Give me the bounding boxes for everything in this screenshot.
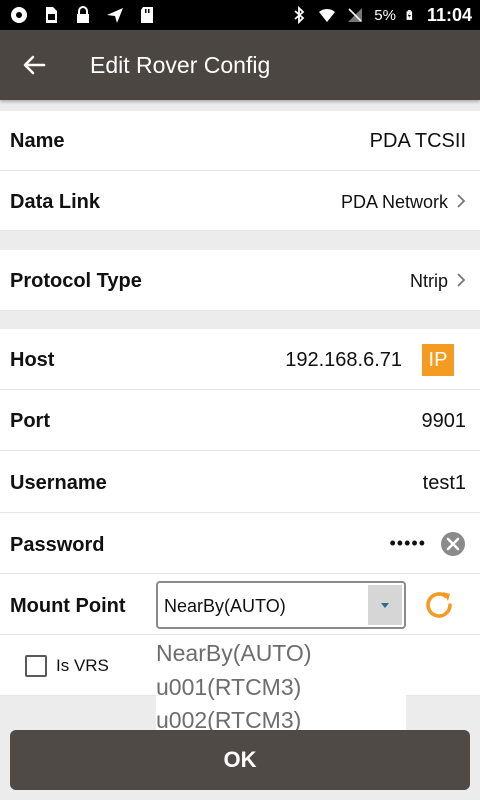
protocol-type-value-container: Ntrip xyxy=(410,271,466,292)
mount-point-selected-value: NearBy(AUTO) xyxy=(164,596,286,616)
password-row[interactable]: Password ••••• xyxy=(0,513,480,574)
name-row[interactable]: Name PDA TCSII xyxy=(0,111,480,171)
notification-icons xyxy=(10,5,156,25)
is-vrs-label: Is VRS xyxy=(56,656,109,675)
port-label: Port xyxy=(10,410,50,432)
username-row[interactable]: Username test1 xyxy=(0,451,480,513)
username-label: Username xyxy=(10,472,107,494)
back-arrow-icon[interactable] xyxy=(20,51,48,79)
sd-card-icon xyxy=(141,7,153,23)
dropdown-option[interactable]: NearBy(AUTO) xyxy=(156,640,312,667)
protocol-type-value: Ntrip xyxy=(409,271,448,291)
host-value[interactable]: 192.168.6.71 xyxy=(285,349,402,372)
dropdown-arrow-icon[interactable] xyxy=(368,585,402,625)
is-vrs-checkbox[interactable] xyxy=(25,655,47,677)
username-value[interactable]: test1 xyxy=(423,472,466,495)
sim-card-icon xyxy=(46,7,57,23)
mount-point-label: Mount Point xyxy=(10,595,126,617)
wifi-icon xyxy=(319,8,336,22)
chevron-right-icon xyxy=(457,273,466,287)
clear-password-icon[interactable] xyxy=(440,531,466,557)
data-link-value-container: PDA Network xyxy=(341,192,466,213)
clock: 11:04 xyxy=(426,4,472,25)
data-link-label: Data Link xyxy=(10,191,101,213)
app-bar: Edit Rover Config xyxy=(0,30,480,100)
port-value[interactable]: 9901 xyxy=(422,410,467,433)
page-title: Edit Rover Config xyxy=(90,52,271,78)
location-pin-icon xyxy=(11,7,27,23)
refresh-icon[interactable] xyxy=(422,588,456,622)
host-row[interactable]: Host 192.168.6.71 IP xyxy=(0,329,480,390)
no-signal-icon xyxy=(348,8,363,22)
protocol-type-row[interactable]: Protocol Type Ntrip xyxy=(0,250,480,311)
mount-point-dropdown-list: NearBy(AUTO) u001(RTCM3) u002(RTCM3) xyxy=(156,636,406,738)
send-icon xyxy=(107,8,123,23)
ip-badge-icon[interactable]: IP xyxy=(422,344,454,376)
mount-point-row: Mount Point NearBy(AUTO) xyxy=(0,574,480,635)
bluetooth-icon xyxy=(294,6,305,24)
name-value[interactable]: PDA TCSII xyxy=(370,130,466,153)
mount-point-select[interactable]: NearBy(AUTO) xyxy=(156,581,406,629)
lock-icon xyxy=(77,6,89,23)
system-icons: 5% 11:04 xyxy=(290,4,472,26)
dropdown-option[interactable]: u001(RTCM3) xyxy=(156,674,301,701)
password-label: Password xyxy=(10,534,105,556)
data-link-row[interactable]: Data Link PDA Network xyxy=(0,171,480,231)
battery-charging-icon xyxy=(406,10,413,20)
host-label: Host xyxy=(10,349,55,371)
protocol-type-label: Protocol Type xyxy=(10,270,142,292)
ok-button[interactable]: OK xyxy=(10,730,470,790)
port-row[interactable]: Port 9901 xyxy=(0,390,480,451)
battery-percent: 5% xyxy=(374,6,396,24)
chevron-right-icon xyxy=(457,194,466,208)
name-label: Name xyxy=(10,130,65,152)
data-link-value: PDA Network xyxy=(340,192,448,212)
password-value[interactable]: ••••• xyxy=(389,533,426,554)
status-bar: 5% 11:04 xyxy=(0,0,480,30)
